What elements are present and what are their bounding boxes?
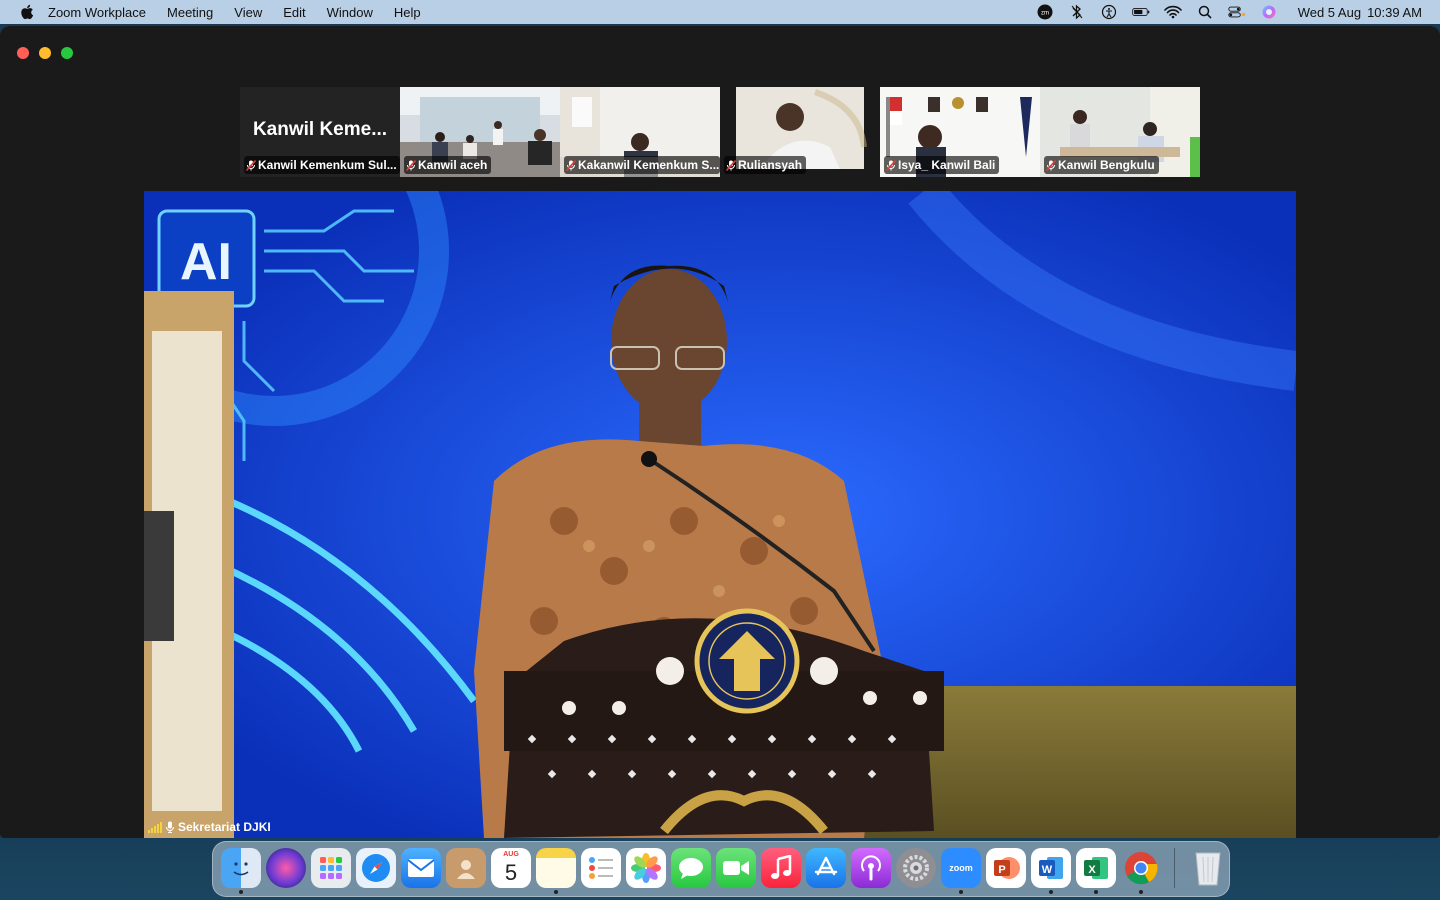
photos-icon[interactable]	[626, 848, 666, 888]
participant-name: Kanwil aceh	[418, 158, 488, 172]
trash-icon[interactable]	[1188, 848, 1228, 888]
app-store-icon[interactable]	[806, 848, 846, 888]
participant-name: Kanwil Kemenkum Sul...	[258, 158, 397, 172]
mail-icon[interactable]	[401, 848, 441, 888]
muted-mic-icon	[246, 159, 256, 171]
muted-mic-icon	[886, 159, 896, 171]
zoom-menu-icon[interactable]: zm	[1036, 4, 1054, 20]
menu-app-name[interactable]: Zoom Workplace	[48, 5, 146, 20]
menu-edit[interactable]: Edit	[283, 5, 305, 20]
powerpoint-icon[interactable]: P	[986, 848, 1026, 888]
messages-icon[interactable]	[671, 848, 711, 888]
active-speaker-video[interactable]: AI Sekretariat DJKI	[144, 191, 1296, 838]
battery-icon[interactable]	[1131, 4, 1150, 20]
calendar-icon[interactable]: AUG 5	[491, 848, 531, 888]
speaker-video-scene: AI	[144, 191, 1296, 838]
accessibility-icon[interactable]	[1100, 4, 1118, 20]
participant-tile[interactable]: Kanwil aceh	[400, 87, 560, 177]
siri-app-icon[interactable]	[266, 848, 306, 888]
unmuted-mic-icon	[166, 821, 174, 833]
participant-name: Kakanwil Kemenkum S...	[578, 158, 720, 172]
calendar-day: 5	[504, 860, 518, 885]
active-speaker-name: Sekretariat DJKI	[178, 820, 271, 834]
minimize-window-button[interactable]	[39, 47, 51, 59]
banner-ai-text: AI	[180, 233, 232, 291]
svg-text:X: X	[1088, 864, 1096, 876]
svg-text:zm: zm	[1041, 11, 1049, 17]
reminders-icon[interactable]	[581, 848, 621, 888]
excel-icon[interactable]: X	[1076, 848, 1116, 894]
participant-tile[interactable]: Ruliansyah	[720, 87, 880, 177]
participant-tile[interactable]: Isya_ Kanwil Bali	[880, 87, 1040, 177]
clock-date: Wed 5 Aug	[1297, 4, 1362, 20]
muted-mic-icon	[726, 159, 736, 171]
music-icon[interactable]	[761, 848, 801, 888]
contacts-icon[interactable]	[446, 848, 486, 888]
participant-label: Kanwil aceh	[404, 156, 492, 174]
facetime-icon[interactable]	[716, 848, 756, 888]
participant-tile[interactable]: Kanwil Bengkulu	[1040, 87, 1200, 177]
bluetooth-icon[interactable]	[1068, 4, 1086, 20]
zoom-dock-label: zoom	[949, 863, 973, 873]
participant-name: Isya_ Kanwil Bali	[898, 158, 996, 172]
notes-icon[interactable]	[536, 848, 576, 894]
participant-tile[interactable]: Kakanwil Kemenkum S...	[560, 87, 720, 177]
podcasts-icon[interactable]	[851, 848, 891, 888]
participant-name: Ruliansyah	[738, 158, 803, 172]
window-controls	[17, 47, 73, 59]
participant-label: Kanwil Bengkulu	[1044, 156, 1159, 174]
participant-name: Kanwil Bengkulu	[1058, 158, 1155, 172]
macos-dock: AUG 5 zoom P W X	[212, 841, 1230, 897]
control-center-icon[interactable]	[1228, 4, 1246, 20]
clock-time: 10:39 AM	[1367, 4, 1422, 20]
apple-menu-icon[interactable]	[20, 4, 34, 20]
muted-mic-icon	[1046, 159, 1056, 171]
menu-view[interactable]: View	[234, 5, 262, 20]
spotlight-search-icon[interactable]	[1196, 4, 1214, 20]
status-area: zm Wed 5 Aug 10:39 AM	[1036, 0, 1422, 24]
participant-label: Ruliansyah	[724, 156, 807, 174]
menubar-clock[interactable]: Wed 5 Aug 10:39 AM	[1292, 5, 1422, 20]
connection-strength-icon	[148, 821, 162, 833]
menu-meeting[interactable]: Meeting	[167, 5, 213, 20]
fullscreen-window-button[interactable]	[61, 47, 73, 59]
chrome-icon[interactable]	[1121, 848, 1161, 894]
svg-text:P: P	[998, 864, 1005, 876]
safari-icon[interactable]	[356, 848, 396, 888]
menu-help[interactable]: Help	[394, 5, 421, 20]
word-icon[interactable]: W	[1031, 848, 1071, 894]
muted-mic-icon	[566, 159, 576, 171]
menu-bar: Zoom Workplace Meeting View Edit Window …	[0, 0, 1440, 24]
system-settings-icon[interactable]	[896, 848, 936, 888]
calendar-month: AUG	[503, 851, 519, 858]
participant-label: Isya_ Kanwil Bali	[884, 156, 1000, 174]
wifi-icon[interactable]	[1163, 4, 1182, 20]
zoom-meeting-window: Kanwil Keme... Kanwil Kemenkum Sul... Ka…	[0, 26, 1440, 838]
participant-gallery-strip: Kanwil Keme... Kanwil Kemenkum Sul... Ka…	[240, 87, 1200, 177]
dock-separator	[1174, 848, 1175, 888]
muted-mic-icon	[406, 159, 416, 171]
launchpad-icon[interactable]	[311, 848, 351, 888]
participant-tile[interactable]: Kanwil Keme... Kanwil Kemenkum Sul...	[240, 87, 400, 177]
finder-icon[interactable]	[221, 848, 261, 894]
participant-label: Kanwil Kemenkum Sul...	[244, 156, 400, 174]
svg-text:W: W	[1042, 864, 1053, 876]
menu-window[interactable]: Window	[327, 5, 373, 20]
close-window-button[interactable]	[17, 47, 29, 59]
participant-name-placeholder: Kanwil Keme...	[252, 119, 388, 140]
active-speaker-label: Sekretariat DJKI	[148, 820, 271, 834]
participant-label: Kakanwil Kemenkum S...	[564, 156, 720, 174]
siri-icon[interactable]	[1260, 4, 1278, 20]
zoom-app-icon[interactable]: zoom	[941, 848, 981, 894]
